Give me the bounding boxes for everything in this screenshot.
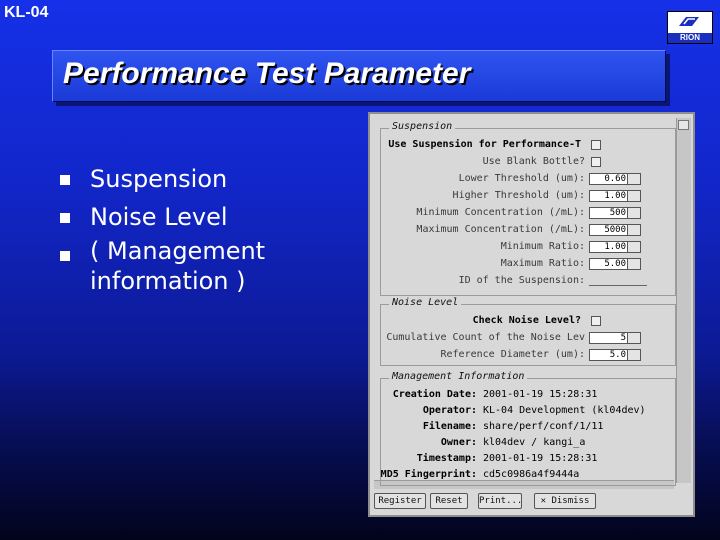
dismiss-button[interactable]: ✕ Dismiss xyxy=(534,493,596,509)
suspension-row-label: Maximum Concentration (/mL): xyxy=(416,224,585,235)
slide-id: KL-04 xyxy=(4,4,49,21)
print-button[interactable]: Print... xyxy=(478,493,522,509)
maximum-concentration-stepper[interactable]: 5000 xyxy=(589,224,641,236)
management-info-legend: Management Information xyxy=(389,371,528,382)
management-row: Timestamp: 2001-01-19 15:28:31 xyxy=(381,453,677,467)
suspension-row-label: Lower Threshold (um): xyxy=(458,173,585,184)
suspension-row: Minimum Ratio: 1.00 xyxy=(381,241,677,255)
dismiss-label: Dismiss xyxy=(551,496,590,506)
management-value: cd5c0986a4f9444a xyxy=(483,469,580,480)
suspension-row: Lower Threshold (um): 0.60 xyxy=(381,173,677,187)
management-value: 2001-01-19 15:28:31 xyxy=(483,389,598,400)
bullet-square-icon xyxy=(60,251,70,261)
bullet-text: Noise Level xyxy=(90,203,228,231)
management-row: Owner: kl04dev / kangi_a xyxy=(381,437,677,451)
suspension-row: ID of the Suspension: xyxy=(381,275,677,289)
management-value: 2001-01-19 15:28:31 xyxy=(483,453,598,464)
noise-level-legend: Noise Level xyxy=(389,297,462,308)
close-icon: ✕ xyxy=(540,496,552,506)
maximum-ratio-stepper[interactable]: 5.00 xyxy=(589,258,641,270)
management-info-group: Management Information Creation Date: 20… xyxy=(380,371,677,486)
bullet-item: Noise Level xyxy=(60,198,265,236)
performance-test-dialog: Suspension Use Suspension for Performanc… xyxy=(368,112,695,517)
management-value: kl04dev / kangi_a xyxy=(483,437,586,448)
use-suspension-checkbox[interactable] xyxy=(591,140,601,150)
suspension-row-label: Use Blank Bottle? xyxy=(482,156,585,167)
bullet-item: ( Management information ) xyxy=(60,236,265,296)
suspension-row-label: Higher Threshold (um): xyxy=(452,190,585,201)
register-button[interactable]: Register xyxy=(374,493,426,509)
management-value: share/perf/conf/1/11 xyxy=(483,421,604,432)
suspension-row: Maximum Ratio: 5.00 xyxy=(381,258,677,272)
management-key: Operator: xyxy=(422,405,477,416)
bullet-square-icon xyxy=(60,213,70,223)
management-key: Filename: xyxy=(422,421,477,432)
bullet-text-continued: information ) xyxy=(90,267,246,295)
check-noise-checkbox[interactable] xyxy=(591,316,601,326)
title-bar: Performance Test Parameter xyxy=(52,50,666,102)
suspension-group: Suspension Use Suspension for Performanc… xyxy=(380,121,677,296)
bullet-text: ( Management xyxy=(90,237,266,265)
minimum-concentration-stepper[interactable]: 500 xyxy=(589,207,641,219)
management-row: Creation Date: 2001-01-19 15:28:31 xyxy=(381,389,677,403)
higher-threshold-stepper[interactable]: 1.00 xyxy=(589,190,641,202)
check-noise-label: Check Noise Level? xyxy=(472,315,581,326)
bullet-square-icon xyxy=(60,175,70,185)
management-row: Filename: share/perf/conf/1/11 xyxy=(381,421,677,435)
reference-diameter-stepper[interactable]: 5.0 xyxy=(589,349,641,361)
management-key: Owner: xyxy=(440,437,477,448)
bullet-item: Suspension xyxy=(60,160,265,198)
management-row: MD5 Fingerprint: cd5c0986a4f9444a xyxy=(381,469,677,483)
suspension-legend: Suspension xyxy=(389,121,456,132)
use-suspension-label: Use Suspension for Performance-T xyxy=(388,139,581,150)
reset-button[interactable]: Reset xyxy=(430,493,468,509)
management-key: Timestamp: xyxy=(416,453,477,464)
bullet-list: Suspension Noise Level ( Management info… xyxy=(60,160,265,296)
rion-logo: RION xyxy=(667,11,713,44)
use-suspension-row: Use Suspension for Performance-T xyxy=(381,139,677,153)
suspension-row: Minimum Concentration (/mL): 500 xyxy=(381,207,677,221)
noise-row: Reference Diameter (um): 5.0 xyxy=(381,349,677,363)
suspension-row-label: Maximum Ratio: xyxy=(500,258,585,269)
check-noise-row: Check Noise Level? xyxy=(381,315,677,329)
suspension-row-label: Minimum Ratio: xyxy=(500,241,585,252)
rion-logo-mark xyxy=(679,17,699,26)
use-blank-bottle-checkbox[interactable] xyxy=(591,157,601,167)
suspension-row-label: Minimum Concentration (/mL): xyxy=(416,207,585,218)
suspension-row-label: ID of the Suspension: xyxy=(458,275,585,286)
noise-row-label: Reference Diameter (um): xyxy=(440,349,586,360)
cumulative-count-stepper[interactable]: 5 xyxy=(589,332,641,344)
scroll-thumb[interactable] xyxy=(678,120,689,130)
lower-threshold-stepper[interactable]: 0.60 xyxy=(589,173,641,185)
management-value: KL-04 Development (kl04dev) xyxy=(483,405,646,416)
noise-level-group: Noise Level Check Noise Level? Cumulativ… xyxy=(380,297,677,366)
suspension-id-field[interactable] xyxy=(589,285,647,286)
noise-row-label: Cumulative Count of the Noise Lev xyxy=(386,332,585,343)
rion-logo-text: RION xyxy=(668,33,712,43)
minimum-ratio-stepper[interactable]: 1.00 xyxy=(589,241,641,253)
management-key: MD5 Fingerprint: xyxy=(380,469,477,480)
management-key: Creation Date: xyxy=(392,389,477,400)
management-row: Operator: KL-04 Development (kl04dev) xyxy=(381,405,677,419)
suspension-row: Maximum Concentration (/mL): 5000 xyxy=(381,224,677,238)
noise-row: Cumulative Count of the Noise Lev 5 xyxy=(381,332,677,346)
bullet-text: Suspension xyxy=(90,165,228,193)
suspension-row: Higher Threshold (um): 1.00 xyxy=(381,190,677,204)
suspension-row: Use Blank Bottle? xyxy=(381,156,677,170)
page-title: Performance Test Parameter xyxy=(63,57,471,90)
vertical-scrollbar[interactable] xyxy=(676,118,691,483)
